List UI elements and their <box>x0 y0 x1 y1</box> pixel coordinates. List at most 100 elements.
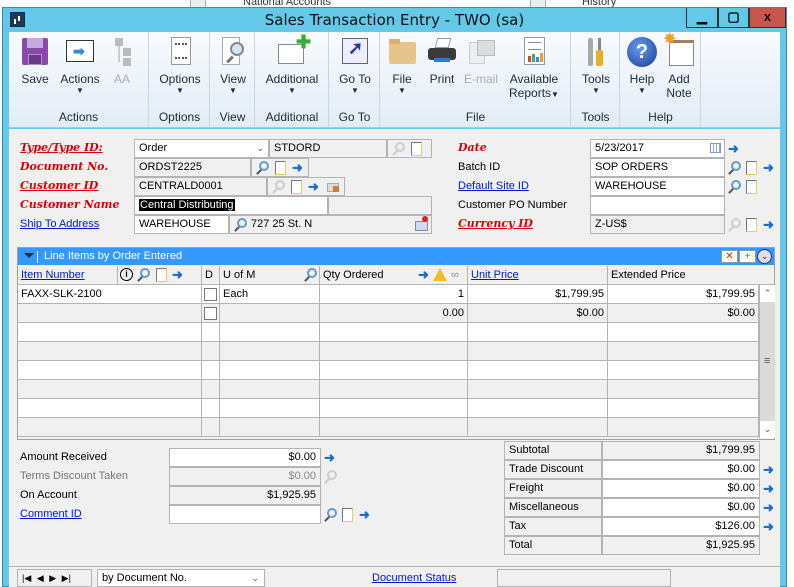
info-icon[interactable]: i <box>120 268 133 281</box>
lookup-icon[interactable] <box>254 160 270 176</box>
collapse-triangle-icon[interactable] <box>24 253 34 258</box>
lookup-icon[interactable] <box>322 507 338 523</box>
drop-ship-checkbox[interactable] <box>204 307 217 320</box>
aa-button[interactable]: AA <box>107 36 137 86</box>
first-record-button[interactable]: |◀ <box>22 573 31 583</box>
ship-to-address-link[interactable]: Ship To Address <box>20 215 99 233</box>
item-number-column-header[interactable]: Item Number <box>21 269 85 281</box>
lookup-icon[interactable] <box>302 267 318 283</box>
note-icon[interactable] <box>743 217 759 233</box>
last-record-button[interactable]: ▶| <box>62 573 71 583</box>
line-item-row[interactable] <box>18 342 759 361</box>
drop-ship-checkbox[interactable] <box>204 288 217 301</box>
address-pin-icon[interactable] <box>414 216 430 232</box>
previous-record-button[interactable]: ◀ <box>37 573 44 583</box>
default-site-id-field[interactable]: WAREHOUSE <box>590 177 725 196</box>
u-of-m-cell[interactable] <box>220 323 320 341</box>
go-to-button[interactable]: ➚ Go To ▼ <box>334 36 376 96</box>
extended-price-cell[interactable] <box>608 361 759 379</box>
line-item-row[interactable]: 0.00 $0.00 $0.00 <box>18 304 759 323</box>
date-field[interactable]: 5/23/2017 <box>590 139 725 158</box>
item-number-cell[interactable] <box>18 304 202 322</box>
extended-price-cell[interactable] <box>608 418 759 436</box>
scroll-down-icon[interactable]: ⌄ <box>760 421 775 438</box>
sort-by-select[interactable]: by Document No. ⌄ <box>97 569 265 587</box>
type-select[interactable]: Order ⌄ <box>134 139 269 158</box>
lookup-icon[interactable] <box>390 141 406 157</box>
customer-detail-icon[interactable] <box>325 179 341 195</box>
file-button[interactable]: File ▼ <box>385 36 419 96</box>
note-icon[interactable] <box>272 160 288 176</box>
expand-arrow-icon[interactable]: ➜ <box>322 450 338 466</box>
unit-price-cell[interactable] <box>468 342 608 360</box>
item-number-cell[interactable] <box>18 399 202 417</box>
note-icon[interactable] <box>743 160 759 176</box>
expand-arrow-icon[interactable]: ➜ <box>761 160 777 176</box>
item-number-cell[interactable] <box>18 323 202 341</box>
item-number-cell[interactable] <box>18 418 202 436</box>
next-record-button[interactable]: ▶ <box>49 573 56 583</box>
add-note-button[interactable]: ✸ Add Note <box>661 32 697 100</box>
customer-id-field[interactable]: CENTRALD0001 <box>134 177 267 196</box>
expand-arrow-icon[interactable]: ➜ <box>761 500 777 516</box>
note-icon[interactable] <box>743 179 759 195</box>
scroll-up-icon[interactable]: ⌃ <box>760 285 775 302</box>
line-item-row[interactable] <box>18 399 759 418</box>
minimize-button[interactable]: ▁ <box>686 8 718 28</box>
unit-price-cell[interactable]: $1,799.95 <box>468 285 608 303</box>
lookup-icon[interactable] <box>726 217 742 233</box>
unit-price-cell[interactable] <box>468 361 608 379</box>
qty-ordered-cell[interactable] <box>320 361 468 379</box>
line-item-row[interactable] <box>18 361 759 380</box>
extended-price-cell[interactable]: $1,799.95 <box>608 285 759 303</box>
expand-arrow-icon[interactable]: ➜ <box>306 179 322 195</box>
warning-icon[interactable] <box>433 268 447 281</box>
email-button[interactable]: E-mail <box>461 36 501 86</box>
lookup-icon[interactable] <box>726 160 742 176</box>
qty-ordered-cell[interactable] <box>320 342 468 360</box>
title-bar[interactable]: Sales Transaction Entry - TWO (sa) ▁ ▢ x <box>3 8 786 31</box>
unit-price-column-header[interactable]: Unit Price <box>471 269 519 281</box>
view-button[interactable]: View ▼ <box>215 36 251 96</box>
tools-button[interactable]: Tools ▼ <box>576 36 616 96</box>
additional-button[interactable]: ✚ Additional ▼ <box>260 33 324 96</box>
extended-price-cell[interactable]: $0.00 <box>608 304 759 322</box>
default-site-id-link[interactable]: Default Site ID <box>458 177 529 195</box>
document-no-field[interactable]: ORDST2225 <box>134 158 251 177</box>
extended-price-cell[interactable] <box>608 380 759 398</box>
available-reports-button[interactable]: Available Reports▼ <box>505 36 563 102</box>
scroll-thumb-icon[interactable]: ≡ <box>764 355 770 367</box>
qty-ordered-cell[interactable] <box>320 418 468 436</box>
extended-price-cell[interactable] <box>608 323 759 341</box>
unit-price-cell[interactable] <box>468 418 608 436</box>
note-icon[interactable] <box>339 507 355 523</box>
expand-arrow-icon[interactable]: ➜ <box>290 160 306 176</box>
batch-id-field[interactable]: SOP ORDERS <box>590 158 725 177</box>
lookup-icon[interactable] <box>270 179 286 195</box>
close-button[interactable]: x <box>749 8 786 28</box>
expand-arrow-icon[interactable]: ➜ <box>761 481 777 497</box>
expand-arrow-icon[interactable]: ➜ <box>357 507 373 523</box>
item-number-cell[interactable] <box>18 342 202 360</box>
type-type-id-label[interactable]: Type/Type ID: <box>20 139 103 157</box>
print-button[interactable]: Print <box>425 36 459 86</box>
line-item-row[interactable] <box>18 380 759 399</box>
expand-arrow-icon[interactable]: ➜ <box>761 217 777 233</box>
expand-arrow-icon[interactable]: ➜ <box>416 267 432 283</box>
options-button[interactable]: Options ▼ <box>154 36 206 96</box>
expand-arrow-icon[interactable]: ➜ <box>761 519 777 535</box>
item-number-cell[interactable]: FAXX-SLK-2100 <box>18 285 202 303</box>
expand-rows-icon[interactable]: ⌄ <box>757 249 772 264</box>
unit-price-cell[interactable] <box>468 323 608 341</box>
comment-id-link[interactable]: Comment ID <box>20 505 82 523</box>
u-of-m-cell[interactable] <box>220 304 320 322</box>
line-item-row[interactable] <box>18 323 759 342</box>
comment-id-field[interactable] <box>169 505 321 524</box>
lookup-icon[interactable] <box>135 267 151 283</box>
ship-to-address-field[interactable]: WAREHOUSE <box>134 215 229 234</box>
expand-arrow-icon[interactable]: ➜ <box>726 141 742 157</box>
actions-button[interactable]: ➡ Actions ▼ <box>57 36 103 96</box>
u-of-m-cell[interactable] <box>220 342 320 360</box>
lookup-icon[interactable] <box>726 179 742 195</box>
document-status-link[interactable]: Document Status <box>372 569 456 587</box>
